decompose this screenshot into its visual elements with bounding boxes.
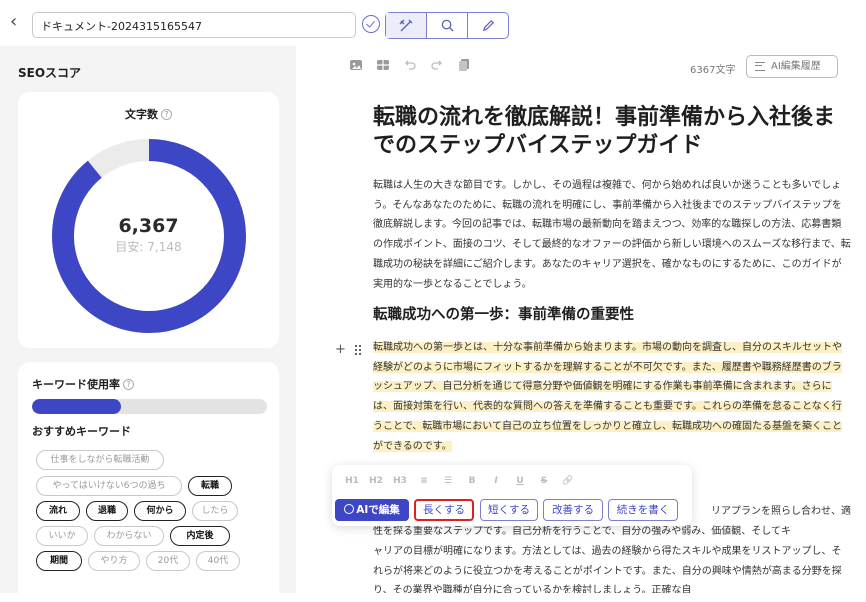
heading3-icon[interactable]: H3	[388, 472, 412, 490]
keyword-chip[interactable]: 転職	[188, 476, 232, 496]
pencil-icon	[482, 19, 494, 32]
continue-writing-button[interactable]: 続きを書く	[608, 499, 678, 521]
ordered-list-icon[interactable]: ≡	[412, 472, 436, 490]
ai-edit-label: AIで編集	[356, 504, 400, 516]
ai-edit-history-label: AI編集履歴	[771, 61, 821, 72]
keyword-chip[interactable]: わからない	[94, 526, 164, 546]
keyword-chip[interactable]: 期間	[36, 551, 82, 571]
ai-edit-button[interactable]: AIで編集	[335, 499, 409, 521]
next-paragraph-rest[interactable]: ャリアの目標が明確になります。方法としては、過去の経験から得たスキルや成果をリス…	[373, 542, 851, 593]
copy-icon[interactable]	[457, 58, 471, 72]
word-count-card: 文字数? 6,367 目安: 7,148	[18, 92, 279, 348]
keyword-chip[interactable]: 20代	[146, 551, 190, 571]
check-circle-icon[interactable]	[362, 15, 380, 33]
keyword-chip[interactable]: いいか	[36, 526, 88, 546]
article-title[interactable]: 転職の流れを徹底解説！事前準備から入社後までのステップバイステップガイド	[373, 104, 853, 160]
selected-paragraph-text: 転職成功への第一歩とは、十分な事前準備から始まります。市場の動向を調査し、自分の…	[373, 342, 842, 452]
link-icon[interactable]: 🔗	[556, 472, 580, 490]
help-icon[interactable]: ?	[161, 109, 172, 120]
ai-edit-history-button[interactable]: AI編集履歴	[746, 55, 838, 78]
mode-toggle-group	[385, 12, 509, 39]
keyword-card: キーワード使用率? おすすめキーワード 仕事をしながら転職活動 やってはいけない…	[18, 362, 279, 602]
top-bar: ‹ ドキュメント-2024315165547	[0, 0, 866, 46]
heading1-icon[interactable]: H1	[340, 472, 364, 490]
ai-sparkle-icon	[344, 504, 355, 514]
recommended-keywords-label: おすすめキーワード	[32, 425, 131, 438]
edit-mode-button[interactable]	[468, 13, 508, 38]
drag-handle-icon[interactable]	[354, 344, 362, 356]
keyword-usage-bar	[32, 399, 267, 414]
seo-panel: SEOスコア 文字数? 6,367 目安: 7,148 キーワード使用率? おす…	[0, 46, 296, 602]
section-heading[interactable]: 転職成功への第一歩：事前準備の重要性	[373, 303, 634, 324]
tools-icon	[399, 19, 413, 31]
word-count-label-row: 文字数?	[18, 106, 279, 122]
bold-icon[interactable]: B	[460, 472, 484, 490]
intro-paragraph[interactable]: 転職は人生の大きな節目です。しかし、その過程は複雑で、何から始めれば良いか迷うこ…	[373, 176, 851, 294]
plus-icon[interactable]: +	[335, 342, 346, 357]
keyword-usage-label: キーワード使用率	[32, 378, 120, 391]
heading2-icon[interactable]: H2	[364, 472, 388, 490]
floating-format-toolbar: H1 H2 H3 ≡ ☰ B I U S 🔗 AIで編集 長くする 短くする 改…	[332, 465, 692, 526]
keyword-chip[interactable]: 退職	[86, 501, 128, 521]
word-count-target: 目安: 7,148	[115, 240, 182, 254]
seo-score-title: SEOスコア	[18, 66, 82, 80]
chevron-left-icon[interactable]: ‹	[10, 13, 24, 31]
document-title-input[interactable]: ドキュメント-2024315165547	[32, 12, 356, 38]
undo-icon[interactable]	[403, 58, 417, 72]
table-icon[interactable]	[376, 58, 390, 72]
search-icon	[441, 19, 454, 32]
keyword-usage-bar-fill	[32, 399, 122, 414]
list-icon	[755, 62, 765, 71]
improve-button[interactable]: 改善する	[543, 499, 603, 521]
keyword-chip[interactable]: 40代	[196, 551, 240, 571]
keyword-chip[interactable]: 何から	[134, 501, 186, 521]
tools-mode-button[interactable]	[386, 13, 427, 38]
underline-icon[interactable]: U	[508, 472, 532, 490]
strikethrough-icon[interactable]: S	[532, 472, 556, 490]
help-icon[interactable]: ?	[123, 379, 134, 390]
keyword-chip[interactable]: 流れ	[36, 501, 80, 521]
keyword-chip[interactable]: やり方	[88, 551, 140, 571]
redo-icon[interactable]	[430, 58, 444, 72]
italic-icon[interactable]: I	[484, 472, 508, 490]
search-mode-button[interactable]	[427, 13, 468, 38]
keyword-chip[interactable]: やってはいけない6つの過ち	[36, 476, 182, 496]
keyword-usage-label-row: キーワード使用率?	[32, 376, 134, 392]
image-icon[interactable]	[349, 58, 363, 72]
bullet-list-icon[interactable]: ☰	[436, 472, 460, 490]
lengthen-button[interactable]: 長くする	[414, 499, 474, 521]
character-count: 6367文字	[690, 65, 736, 76]
keyword-chip[interactable]: 仕事をしながら転職活動	[36, 450, 164, 470]
shorten-button[interactable]: 短くする	[480, 499, 538, 521]
word-count-value: 6,367	[118, 215, 179, 237]
selected-paragraph[interactable]: 転職成功への第一歩とは、十分な事前準備から始まります。市場の動向を調査し、自分の…	[373, 338, 851, 456]
word-count-label: 文字数	[125, 108, 158, 121]
format-icon-row: H1 H2 H3 ≡ ☰ B I U S 🔗	[340, 472, 580, 490]
keyword-chip[interactable]: 内定後	[170, 526, 230, 546]
keyword-chip[interactable]: したら	[192, 501, 238, 521]
